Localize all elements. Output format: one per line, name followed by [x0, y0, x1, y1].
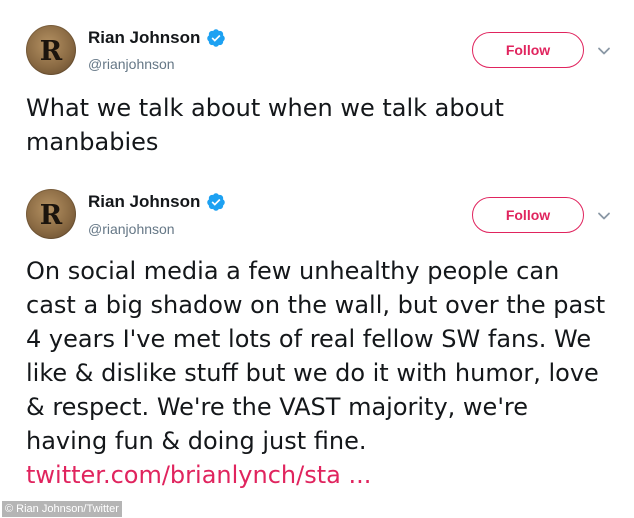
tweet-card: R Rian Johnson @rianjohnson Follow On so… [0, 170, 634, 500]
image-credit: © Rian Johnson/Twitter [2, 501, 122, 517]
author-handle[interactable]: @rianjohnson [88, 221, 175, 237]
author-handle[interactable]: @rianjohnson [88, 56, 175, 72]
tweet-card: R Rian Johnson @rianjohnson Follow What … [0, 0, 634, 170]
author-row: Rian Johnson [88, 192, 226, 212]
author-name[interactable]: Rian Johnson [88, 28, 200, 48]
follow-button[interactable]: Follow [472, 32, 584, 68]
author-row: Rian Johnson [88, 28, 226, 48]
verified-badge-icon [207, 193, 226, 211]
chevron-down-icon[interactable] [597, 44, 611, 58]
tweet-link[interactable]: twitter.com/brianlynch/sta ... [26, 461, 371, 489]
verified-badge-icon [207, 29, 226, 47]
chevron-down-icon[interactable] [597, 209, 611, 223]
avatar[interactable]: R [26, 25, 76, 75]
tweet-body: On social media a few unhealthy people c… [26, 257, 606, 455]
tweet-body: What we talk about when we talk about ma… [26, 94, 504, 156]
avatar[interactable]: R [26, 189, 76, 239]
tweet-text: On social media a few unhealthy people c… [26, 254, 611, 492]
follow-button[interactable]: Follow [472, 197, 584, 233]
author-name[interactable]: Rian Johnson [88, 192, 200, 212]
tweet-text: What we talk about when we talk about ma… [26, 91, 616, 159]
avatar-letter: R [39, 199, 63, 231]
avatar-letter: R [39, 35, 63, 67]
